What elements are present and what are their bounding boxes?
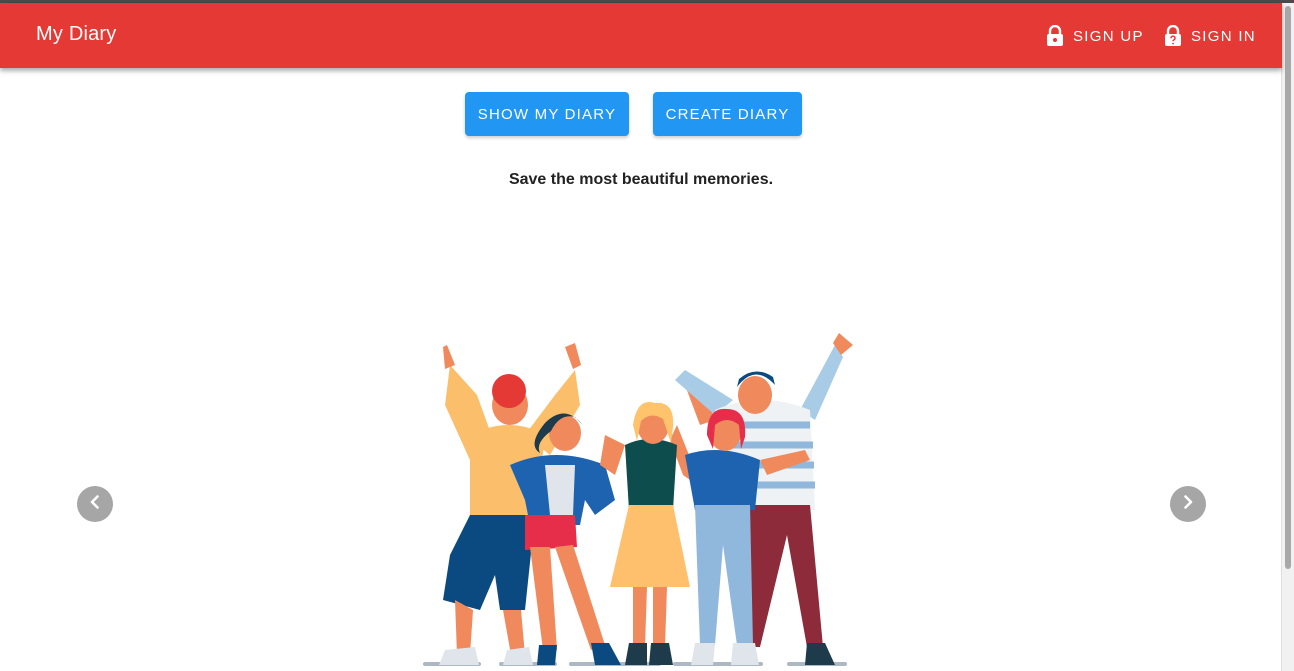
chevron-left-icon bbox=[87, 494, 103, 515]
sign-in-label: SIGN IN bbox=[1191, 27, 1256, 45]
sign-in-button[interactable]: SIGN IN bbox=[1164, 17, 1256, 55]
tagline: Save the most beautiful memories. bbox=[508, 171, 774, 188]
lock-question-icon bbox=[1164, 25, 1182, 47]
sign-up-button[interactable]: SIGN UP bbox=[1046, 17, 1144, 55]
carousel-prev-button[interactable] bbox=[77, 486, 113, 522]
lock-icon bbox=[1046, 25, 1064, 47]
create-diary-button[interactable]: CREATE DIARY bbox=[653, 92, 802, 136]
carousel-next-button[interactable] bbox=[1170, 486, 1206, 522]
app-bar: My Diary SIGN UP SIGN IN bbox=[0, 3, 1282, 68]
sign-up-label: SIGN UP bbox=[1073, 27, 1144, 45]
show-my-diary-button[interactable]: SHOW MY DIARY bbox=[465, 92, 629, 136]
group-of-friends-illustration bbox=[423, 333, 853, 666]
person-yellow-skirt bbox=[600, 401, 705, 665]
page-scrollbar[interactable] bbox=[1281, 3, 1294, 671]
chevron-right-icon bbox=[1180, 494, 1196, 515]
app-title: My Diary bbox=[36, 23, 117, 45]
scrollbar-thumb[interactable] bbox=[1285, 6, 1291, 569]
